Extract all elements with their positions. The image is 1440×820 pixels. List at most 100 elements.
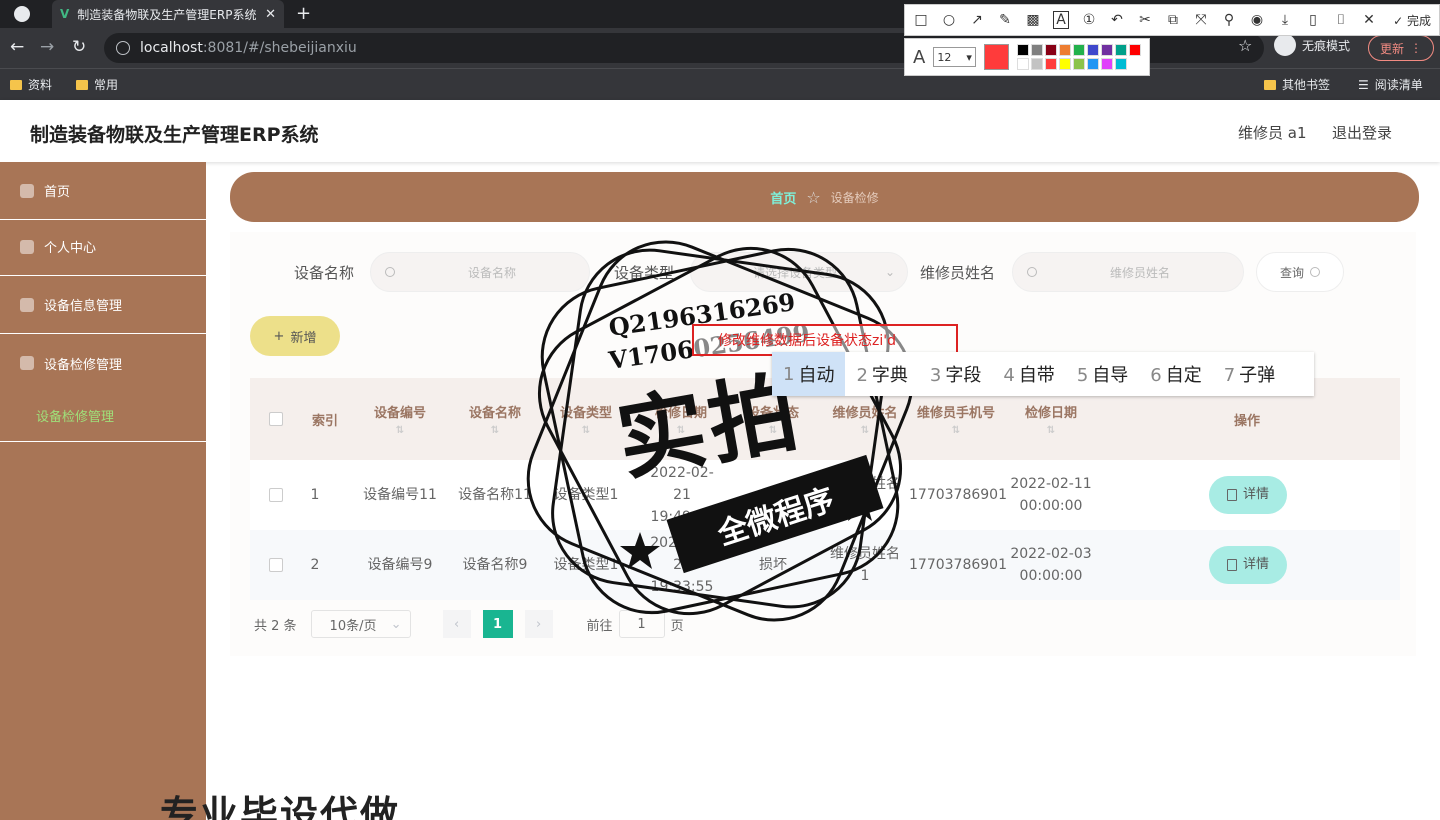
- incognito-indicator[interactable]: 无痕模式: [1274, 34, 1350, 56]
- sort-icon: ⇅: [1046, 425, 1056, 436]
- ime-candidate-bar: 1 自动 2 字典 3 字段 4 自带 5 自导 6 自定 7 子弹: [772, 352, 1314, 396]
- back-icon[interactable]: ←: [10, 37, 24, 57]
- cell-status: [738, 460, 808, 530]
- breadcrumb-home[interactable]: 首页: [770, 188, 796, 207]
- color-swatch[interactable]: [1059, 44, 1071, 56]
- ime-candidate[interactable]: 5 自导: [1066, 361, 1139, 387]
- search-icon: [385, 267, 395, 277]
- bookmark-folder[interactable]: 常用: [76, 76, 118, 93]
- folder-icon: [1264, 79, 1276, 90]
- next-page-button[interactable]: ›: [524, 610, 553, 638]
- text-tool-icon[interactable]: A: [1053, 11, 1069, 29]
- download-icon[interactable]: ⤓: [1277, 12, 1293, 28]
- color-swatch[interactable]: [1101, 44, 1113, 56]
- logout-link[interactable]: 退出登录: [1332, 122, 1392, 143]
- bookmark-folder[interactable]: 资料: [10, 76, 52, 93]
- device-type-select[interactable]: 请选择设备类型 ⌄: [690, 252, 908, 292]
- color-swatch[interactable]: [1045, 44, 1057, 56]
- ime-candidate[interactable]: 7 子弹: [1213, 361, 1286, 387]
- page-size-select[interactable]: 10条/页 ⌄: [310, 610, 411, 638]
- select-all-checkbox[interactable]: [264, 378, 288, 460]
- ime-candidate[interactable]: 2 字典: [845, 361, 918, 387]
- ime-candidate[interactable]: 1 自动: [772, 352, 846, 396]
- color-swatch[interactable]: [1059, 58, 1071, 70]
- color-swatch[interactable]: [1129, 44, 1141, 56]
- ime-candidate[interactable]: 3 字段: [919, 361, 992, 387]
- copy-icon[interactable]: ⧉: [1165, 12, 1181, 28]
- folder-icon: [76, 79, 88, 90]
- site-info-icon[interactable]: [116, 41, 130, 55]
- color-swatch[interactable]: [1045, 58, 1057, 70]
- other-bookmarks-label: 其他书签: [1282, 78, 1331, 92]
- query-button[interactable]: 查询: [1256, 252, 1344, 292]
- url-text: localhost:8081/#/shebeijianxiu: [140, 40, 357, 56]
- browser-tab[interactable]: V 制造装备物联及生产管理ERP系统 ✕: [52, 0, 284, 28]
- breadcrumb: 首页 ☆ 设备检修: [230, 172, 1419, 222]
- color-swatch[interactable]: [1073, 44, 1085, 56]
- detail-button[interactable]: 详情: [1209, 546, 1287, 584]
- number-tool-icon[interactable]: ①: [1081, 12, 1097, 28]
- color-swatch[interactable]: [1017, 44, 1029, 56]
- cell-status: 损坏: [759, 557, 787, 573]
- cell-action: 详情: [1208, 460, 1288, 530]
- sidebar-subitem-device-repair[interactable]: 设备检修管理: [0, 390, 206, 442]
- col-date1[interactable]: 检修日期 ⇅: [636, 378, 726, 460]
- color-swatch[interactable]: [1031, 58, 1043, 70]
- color-swatch[interactable]: [1087, 58, 1099, 70]
- color-swatch[interactable]: [1115, 44, 1127, 56]
- bookmark-star-icon[interactable]: ☆: [1238, 36, 1252, 55]
- arrow-tool-icon[interactable]: ↗: [969, 12, 985, 28]
- new-tab-icon[interactable]: +: [296, 3, 311, 24]
- phone-icon[interactable]: ▯: [1305, 12, 1321, 28]
- reload-icon[interactable]: ↻: [72, 37, 86, 57]
- other-bookmarks[interactable]: 其他书签: [1264, 76, 1330, 93]
- pin-icon[interactable]: ⚲: [1221, 12, 1237, 28]
- color-swatch[interactable]: [1031, 44, 1043, 56]
- add-button[interactable]: + 新增: [250, 316, 340, 356]
- cut-icon[interactable]: ✂: [1137, 12, 1153, 28]
- incognito-icon: [1274, 34, 1296, 56]
- device-name-input[interactable]: 设备名称: [370, 252, 590, 292]
- rectangle-tool-icon[interactable]: □: [913, 12, 929, 28]
- repairer-name-input[interactable]: 维修员姓名: [1012, 252, 1244, 292]
- ime-candidate[interactable]: 4 自带: [992, 361, 1065, 387]
- bookmarks-bar: 资料 常用 其他书签 ☰ 阅读清单: [0, 68, 1440, 100]
- current-color-swatch[interactable]: [983, 44, 1009, 70]
- color-swatch[interactable]: [1115, 58, 1127, 70]
- pen-tool-icon[interactable]: ✎: [997, 12, 1013, 28]
- sidebar-item-profile[interactable]: 个人中心: [0, 218, 206, 276]
- folder-icon: [10, 79, 22, 90]
- tab-close-icon[interactable]: ✕: [265, 7, 276, 22]
- font-size-select[interactable]: 12 ▾: [933, 47, 976, 67]
- color-swatch[interactable]: [1073, 58, 1085, 70]
- sidebar-item-home[interactable]: 首页: [0, 162, 206, 220]
- reading-list[interactable]: ☰ 阅读清单: [1358, 76, 1423, 93]
- prev-page-button[interactable]: ‹: [442, 610, 471, 638]
- row-checkbox[interactable]: [264, 530, 288, 600]
- ellipse-tool-icon[interactable]: ○: [941, 12, 957, 28]
- row-checkbox[interactable]: [264, 460, 288, 530]
- col-type[interactable]: 设备类型 ⇅: [546, 378, 626, 460]
- undo-icon[interactable]: ↶: [1109, 12, 1125, 28]
- sidebar-item-device-info[interactable]: 设备信息管理: [0, 276, 206, 334]
- col-name[interactable]: 设备名称 ⇅: [455, 378, 535, 460]
- record-icon[interactable]: ◉: [1249, 12, 1265, 28]
- forward-icon[interactable]: →: [40, 37, 54, 57]
- detail-button[interactable]: 详情: [1209, 476, 1287, 514]
- bookmark-icon[interactable]: ⌷: [1333, 12, 1349, 28]
- sort-icon: ⇅: [395, 425, 405, 436]
- done-button[interactable]: ✓ 完成: [1393, 12, 1431, 29]
- expand-icon[interactable]: ⤧: [1193, 12, 1209, 28]
- current-page[interactable]: 1: [482, 610, 513, 638]
- cancel-icon[interactable]: ✕: [1361, 12, 1377, 28]
- update-button[interactable]: 更新 ⋮: [1368, 35, 1434, 61]
- color-swatch[interactable]: [1087, 44, 1099, 56]
- ime-candidate[interactable]: 6 自定: [1139, 361, 1212, 387]
- col-code[interactable]: 设备编号 ⇅: [360, 378, 440, 460]
- mosaic-tool-icon[interactable]: ▩: [1025, 12, 1041, 28]
- color-swatch[interactable]: [1017, 58, 1029, 70]
- color-swatch[interactable]: [1101, 58, 1113, 70]
- more-menu-icon[interactable]: ⋮: [1410, 41, 1422, 55]
- goto-page-input[interactable]: 1: [618, 610, 665, 638]
- sidebar-item-device-repair[interactable]: 设备检修管理: [0, 334, 206, 392]
